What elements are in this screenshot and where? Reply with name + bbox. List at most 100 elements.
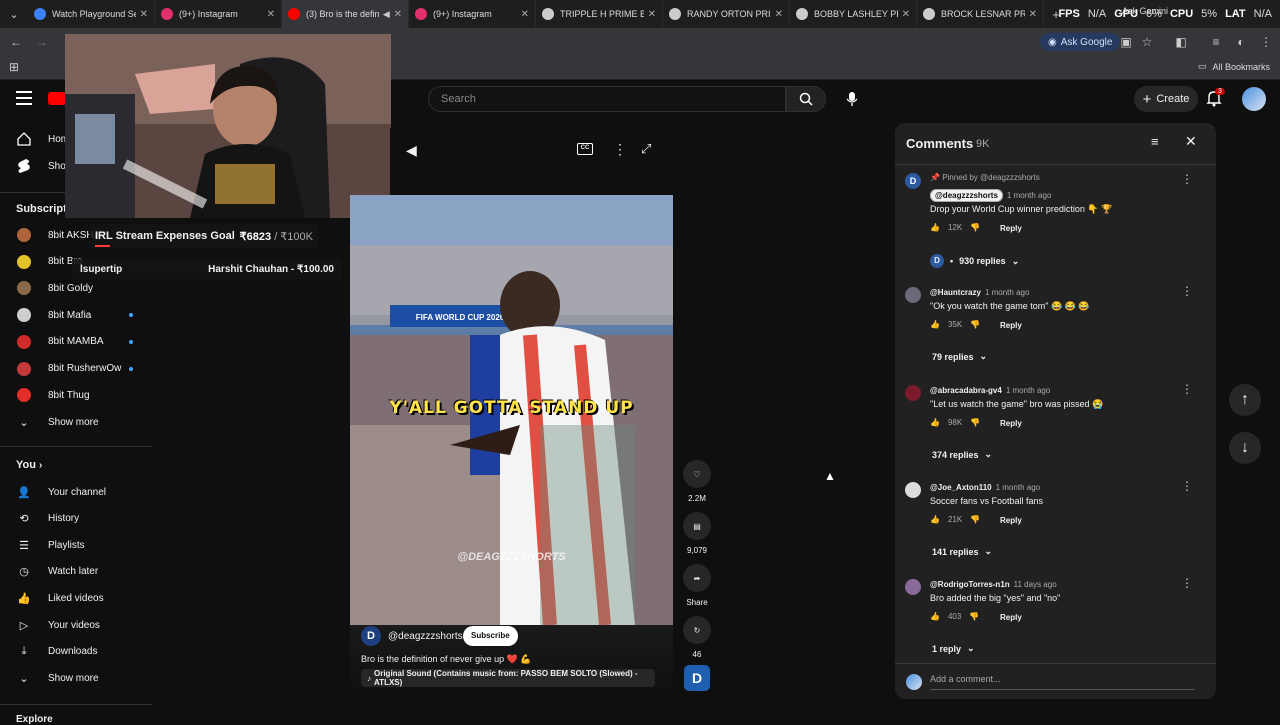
thumbs-down-icon[interactable]: 👎 — [969, 612, 979, 621]
sidebar-you-item[interactable]: ⟲ History — [0, 506, 152, 532]
profile-icon[interactable]: ◐ — [1233, 34, 1249, 50]
view-replies-button[interactable]: 1 reply ⌄ — [932, 643, 975, 654]
reply-button[interactable]: Reply — [1000, 516, 1022, 525]
commenter-avatar[interactable] — [905, 287, 921, 303]
browser-tab[interactable]: BOBBY LASHLEY PRIM ✕ — [790, 0, 917, 28]
like-action[interactable]: ♡ 2.2M — [683, 460, 711, 503]
thumbs-down-icon[interactable]: 👎 — [970, 515, 980, 524]
subscribe-button[interactable]: Subscribe — [463, 626, 518, 646]
remix-action[interactable]: ↻ 46 — [683, 616, 711, 659]
cast-icon[interactable]: ▣ — [1118, 34, 1134, 50]
close-tab-icon[interactable]: ✕ — [267, 9, 275, 20]
thumbs-up-icon[interactable]: 👍 — [930, 320, 940, 329]
add-comment-input[interactable]: Add a comment... — [930, 674, 1195, 690]
channel-avatar[interactable]: D — [361, 626, 381, 646]
thumbs-up-icon[interactable]: 👍 — [930, 515, 940, 524]
browser-tab[interactable]: TRIPPLE H PRIME BOD ✕ — [536, 0, 663, 28]
thumbs-up-icon[interactable]: 👍 — [930, 612, 940, 621]
commenter-avatar[interactable]: D — [905, 173, 921, 189]
forward-icon[interactable]: → — [34, 34, 50, 50]
search-button[interactable] — [786, 86, 826, 112]
view-replies-button[interactable]: D • 930 replies ⌄ — [930, 254, 1019, 268]
captions-icon[interactable]: CC — [577, 143, 593, 155]
apps-grid-icon[interactable]: ⊞ — [6, 59, 22, 75]
view-replies-button[interactable]: 141 replies ⌄ — [932, 546, 992, 557]
comment-author[interactable]: @Hauntcrazy 1 month ago — [930, 288, 1029, 297]
remix-icon[interactable]: ↻ — [683, 616, 711, 644]
close-icon[interactable]: ✕ — [1185, 133, 1197, 150]
tab-search-icon[interactable]: ⌄ — [0, 0, 28, 28]
browser-tab[interactable]: RANDY ORTON PRIME ✕ — [663, 0, 790, 28]
commenter-avatar[interactable] — [905, 579, 921, 595]
speaker-icon[interactable]: ◀︎ — [383, 9, 390, 20]
thumbs-down-icon[interactable]: 👎 — [970, 418, 980, 427]
voice-search-button[interactable] — [838, 86, 866, 112]
close-tab-icon[interactable]: ✕ — [394, 9, 402, 20]
browser-tab[interactable]: (9+) Instagram ✕ — [155, 0, 282, 28]
all-bookmarks-button[interactable]: ▭ All Bookmarks — [1198, 61, 1270, 72]
you-heading[interactable]: You › — [16, 459, 42, 471]
sidebar-you-item[interactable]: ⤓ Downloads — [0, 639, 152, 665]
sidebar-you-item[interactable]: 👍 Liked videos — [0, 585, 152, 611]
sidebar-channel-item[interactable]: 8bit MAMBA — [0, 329, 152, 355]
comment-author[interactable]: @abracadabra-gv4 1 month ago — [930, 386, 1050, 395]
commenter-avatar[interactable] — [905, 385, 921, 401]
channel-name[interactable]: @deagzzzshorts — [388, 631, 463, 642]
comment-author[interactable]: @Joe_Axton110 1 month ago — [930, 483, 1040, 492]
bookmark-star-icon[interactable]: ☆ — [1139, 34, 1155, 50]
comment-more-icon[interactable]: ⋮ — [1181, 382, 1193, 396]
browser-tab[interactable]: BROCK LESNAR PRIM ✕ — [917, 0, 1044, 28]
comment-author[interactable]: @RodrigoTorres-n1n 11 days ago — [930, 580, 1057, 589]
browser-menu-icon[interactable]: ⋮ — [1258, 34, 1274, 50]
sidebar-channel-item[interactable]: 8bit RusherwOw — [0, 356, 152, 382]
close-tab-icon[interactable]: ✕ — [902, 9, 910, 20]
reading-list-icon[interactable]: ≡ — [1208, 34, 1224, 50]
comment-more-icon[interactable]: ⋮ — [1181, 576, 1193, 590]
browser-tab[interactable]: (3) Bro is the defin ◀︎ ✕ — [282, 0, 409, 28]
thumbs-up-icon[interactable]: 👍 — [930, 223, 940, 232]
sound-attribution[interactable]: ♪ Original Sound (Contains music from: P… — [361, 669, 655, 687]
hamburger-menu-icon[interactable] — [16, 91, 32, 105]
back-icon[interactable]: ← — [8, 34, 24, 50]
ask-gemini-label[interactable]: Ask Gemini — [1122, 6, 1168, 16]
view-replies-button[interactable]: 374 replies ⌄ — [932, 449, 992, 460]
commenter-avatar[interactable] — [905, 482, 921, 498]
subscriptions-show-more[interactable]: ⌄ Show more — [0, 409, 152, 435]
sort-icon[interactable]: ≡ — [1151, 134, 1159, 149]
previous-short-button[interactable]: ↑ — [1229, 384, 1261, 416]
comment-more-icon[interactable]: ⋮ — [1181, 479, 1193, 493]
close-tab-icon[interactable]: ✕ — [1029, 9, 1037, 20]
ask-google-button[interactable]: ◉ Ask Google — [1040, 33, 1121, 51]
thumbs-up-icon[interactable]: 👍 — [930, 418, 940, 427]
more-options-icon[interactable]: ⋮ — [613, 141, 627, 158]
close-tab-icon[interactable]: ✕ — [521, 9, 529, 20]
next-short-button[interactable]: ↓ — [1229, 432, 1261, 464]
comment-more-icon[interactable]: ⋮ — [1181, 172, 1193, 186]
comment-action[interactable]: ▤ 9,079 — [683, 512, 711, 555]
youtube-logo[interactable] — [48, 92, 66, 105]
sidebar-channel-item[interactable]: 8bit Goldy — [0, 275, 152, 301]
reply-button[interactable]: Reply — [1000, 224, 1022, 233]
heart-icon[interactable]: ♡ — [683, 460, 711, 488]
search-input[interactable]: Search — [428, 86, 786, 112]
comment-more-icon[interactable]: ⋮ — [1181, 284, 1193, 298]
reply-button[interactable]: Reply — [1000, 613, 1022, 622]
sidebar-you-item[interactable]: 👤 Your channel — [0, 479, 152, 505]
sidebar-you-item[interactable]: ◷ Watch later — [0, 559, 152, 585]
view-replies-button[interactable]: 79 replies ⌄ — [932, 351, 987, 362]
share-action[interactable]: ➦ Share — [683, 564, 711, 607]
comment-icon[interactable]: ▤ — [683, 512, 711, 540]
sidebar-you-item[interactable]: ▷ Your videos — [0, 612, 152, 638]
close-tab-icon[interactable]: ✕ — [775, 9, 783, 20]
thumbs-down-icon[interactable]: 👎 — [970, 223, 980, 232]
fullscreen-icon[interactable]: ⤢ — [641, 141, 651, 157]
sidebar-channel-item[interactable]: 8bit Thug — [0, 382, 152, 408]
close-tab-icon[interactable]: ✕ — [648, 9, 656, 20]
browser-tab[interactable]: (9+) Instagram ✕ — [409, 0, 536, 28]
sidebar-you-item[interactable]: ☰ Playlists — [0, 532, 152, 558]
sidebar-channel-item[interactable]: 8bit Mafia — [0, 302, 152, 328]
you-show-more[interactable]: ⌄ Show more — [0, 665, 152, 691]
sound-thumbnail[interactable]: D — [684, 665, 710, 691]
account-avatar[interactable] — [1242, 87, 1266, 111]
browser-tab[interactable]: Watch Playground Sea ✕ — [28, 0, 155, 28]
